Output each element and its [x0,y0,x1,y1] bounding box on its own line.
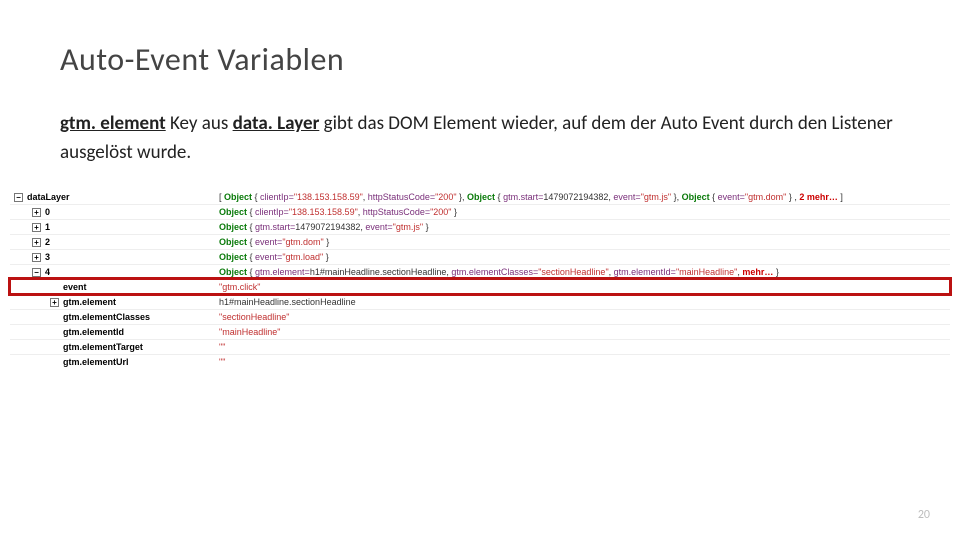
row-index-1[interactable]: +1 Object { gtm.start=1479072194382, eve… [10,219,950,234]
debug-panel: −dataLayer [ Object { clientIp="138.153.… [10,190,950,369]
row-index-4[interactable]: −4 Object { gtm.element=h1#mainHeadline.… [10,264,950,279]
slide-body: gtm. element Key aus data. Layer gibt da… [60,109,900,168]
row-prop-event[interactable]: event "gtm.click" [10,279,950,294]
row-prop-gtm-elementUrl[interactable]: gtm.elementUrl "" [10,354,950,369]
toggle-icon[interactable]: + [32,238,41,247]
row-prop-gtm-element[interactable]: +gtm.element h1#mainHeadline.sectionHead… [10,294,950,309]
slide-title: Auto-Event Variablen [60,40,900,79]
row-prop-gtm-elementTarget[interactable]: gtm.elementTarget "" [10,339,950,354]
row-index-3[interactable]: +3 Object { event="gtm.load" } [10,249,950,264]
collapse-icon[interactable]: − [14,193,23,202]
toggle-icon[interactable]: + [32,208,41,217]
row-datalayer[interactable]: −dataLayer [ Object { clientIp="138.153.… [10,190,950,205]
row-prop-gtm-elementClasses[interactable]: gtm.elementClasses "sectionHeadline" [10,309,950,324]
expand-icon[interactable]: + [50,298,59,307]
row-prop-gtm-elementId[interactable]: gtm.elementId "mainHeadline" [10,324,950,339]
toggle-icon[interactable]: − [32,268,41,277]
row-index-2[interactable]: +2 Object { event="gtm.dom" } [10,234,950,249]
toggle-icon[interactable]: + [32,223,41,232]
row-index-0[interactable]: +0 Object { clientIp="138.153.158.59", h… [10,204,950,219]
page-number: 20 [918,508,930,522]
toggle-icon[interactable]: + [32,253,41,262]
